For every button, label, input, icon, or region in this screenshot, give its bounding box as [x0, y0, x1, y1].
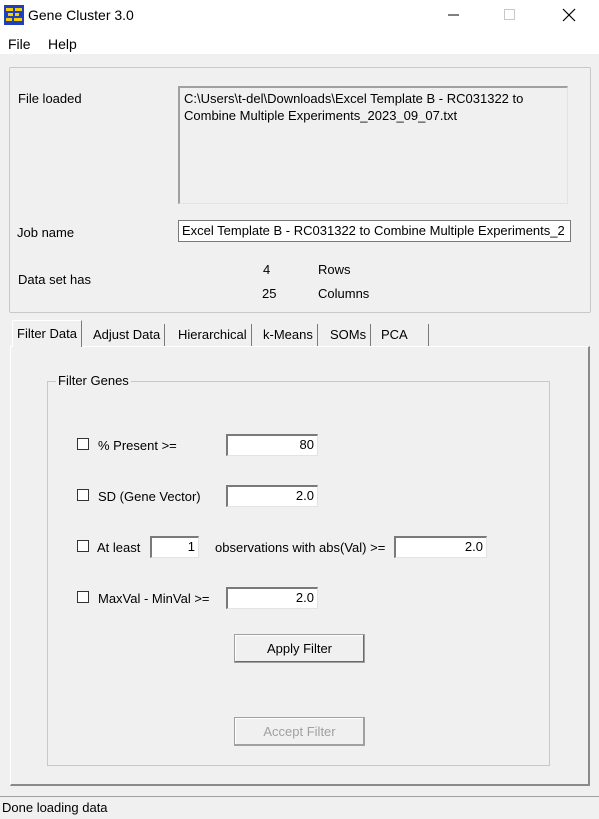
atleast-checkbox[interactable]: [77, 540, 89, 552]
accept-filter-button[interactable]: Accept Filter: [234, 717, 365, 746]
maxmin-checkbox[interactable]: [77, 591, 89, 603]
maximize-button[interactable]: [487, 0, 533, 32]
job-name-label: Job name: [17, 225, 75, 240]
atleast-count-input[interactable]: 1: [150, 536, 199, 558]
minimize-icon: [448, 9, 460, 24]
filter-genes-label: Filter Genes: [56, 373, 131, 388]
rows-label: Rows: [318, 262, 351, 277]
status-text: Done loading data: [2, 800, 108, 815]
atleast-value-input[interactable]: 2.0: [394, 536, 487, 558]
file-loaded-label: File loaded: [18, 91, 82, 106]
maxmin-input[interactable]: 2.0: [226, 587, 318, 609]
atleast-obs-label: observations with abs(Val) >=: [215, 540, 386, 555]
close-icon: [562, 8, 576, 25]
file-path-line-2: Combine Multiple Experiments_2023_09_07.…: [184, 108, 458, 123]
status-bar: Done loading data: [0, 796, 599, 819]
minimize-button[interactable]: [431, 0, 477, 32]
menu-bar: [0, 32, 599, 54]
tab-adjust-data[interactable]: Adjust Data: [89, 324, 166, 346]
rows-count: 4: [263, 262, 271, 277]
sd-label: SD (Gene Vector): [98, 489, 201, 504]
menu-file[interactable]: File: [8, 36, 31, 52]
columns-count: 25: [262, 286, 277, 301]
dataset-label: Data set has: [18, 272, 91, 287]
apply-filter-button[interactable]: Apply Filter: [234, 634, 365, 663]
maxmin-label: MaxVal - MinVal >=: [98, 591, 210, 606]
sd-checkbox[interactable]: [77, 489, 89, 501]
present-label: % Present >=: [98, 438, 177, 453]
menu-help[interactable]: Help: [48, 36, 77, 52]
file-path-box: C:\Users\t-del\Downloads\Excel Template …: [178, 86, 568, 204]
maximize-icon: [504, 8, 516, 24]
file-path-line-1: C:\Users\t-del\Downloads\Excel Template …: [184, 91, 524, 106]
tab-pca[interactable]: PCA: [377, 324, 429, 346]
job-name-input[interactable]: Excel Template B - RC031322 to Combine M…: [178, 220, 571, 242]
atleast-label: At least: [97, 540, 141, 555]
tab-k-means[interactable]: k-Means: [259, 324, 318, 346]
tab-hierarchical[interactable]: Hierarchical: [174, 324, 252, 346]
window-title: Gene Cluster 3.0: [28, 7, 134, 23]
tab-filter-data[interactable]: Filter Data: [12, 320, 82, 347]
columns-label: Columns: [318, 286, 370, 301]
tab-soms[interactable]: SOMs: [326, 324, 372, 346]
present-input[interactable]: 80: [226, 434, 318, 456]
close-button[interactable]: [546, 0, 592, 32]
present-checkbox[interactable]: [77, 438, 89, 450]
app-icon: [4, 5, 24, 25]
sd-input[interactable]: 2.0: [226, 485, 318, 507]
